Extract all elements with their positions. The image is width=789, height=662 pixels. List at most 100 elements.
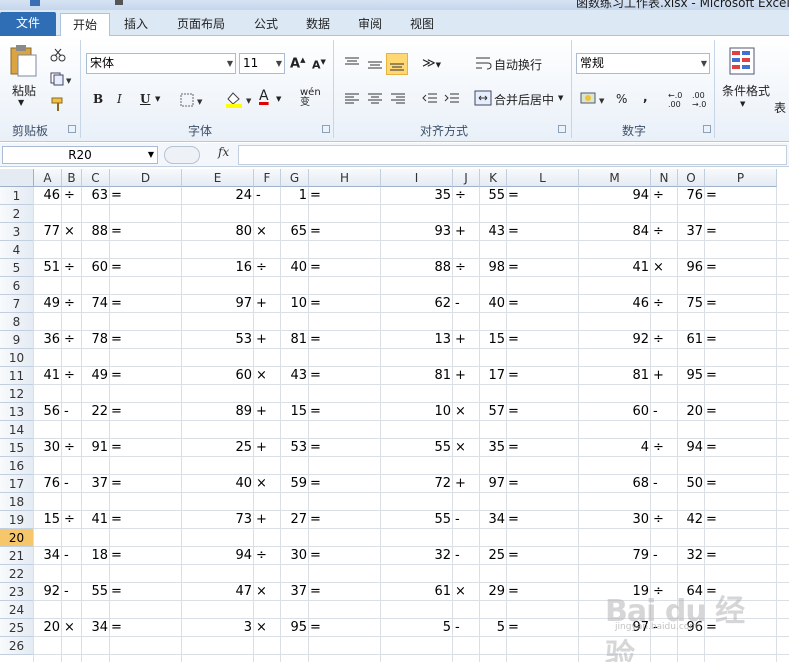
tab-review[interactable]: 审阅 [348,13,392,36]
column-header-g[interactable]: G [281,169,309,187]
borders-icon[interactable]: ▼ [180,93,208,107]
tab-file[interactable]: 文件 [0,12,56,36]
cell-operand[interactable]: 65 [281,223,309,241]
column-header-i[interactable]: I [381,169,453,187]
conditional-formatting-icon[interactable] [728,46,760,78]
number-launcher-icon[interactable] [703,125,711,133]
cell-operand[interactable]: 17 [480,367,507,385]
row-header-17[interactable]: 17 [0,475,34,493]
cell-operand[interactable]: 5 [381,619,453,637]
orientation-icon[interactable]: ≫▼ [422,56,441,71]
cell-equals[interactable]: = [507,259,579,277]
cell-operator[interactable]: - [62,583,82,601]
cell-operand[interactable]: 97 [182,295,254,313]
underline-dropdown-icon[interactable]: ▼ [155,95,160,103]
column-header-m[interactable]: M [579,169,651,187]
font-size-combo[interactable]: 11 ▼ [239,53,285,74]
row-header-14[interactable]: 14 [0,421,34,439]
cell-equals[interactable]: = [309,295,381,313]
cell-equals[interactable]: = [309,187,381,205]
cell-equals[interactable]: = [309,547,381,565]
shrink-font-icon[interactable]: A▼ [312,58,326,72]
column-header-f[interactable]: F [254,169,281,187]
cell-operator[interactable]: - [453,511,480,529]
cell-operand[interactable]: 43 [281,367,309,385]
merge-center-icon[interactable] [474,90,492,106]
wrap-text-icon[interactable] [474,55,492,71]
cell-operand[interactable]: 89 [182,403,254,421]
cell-operand[interactable]: 30 [34,439,62,457]
cell-equals[interactable]: = [110,223,182,241]
cell-equals[interactable]: = [705,259,777,277]
cell-equals[interactable]: = [110,187,182,205]
cell-equals[interactable]: = [110,367,182,385]
cell-operator[interactable]: - [62,475,82,493]
save-icon[interactable] [30,0,40,6]
phonetic-icon[interactable]: wén 变 [300,88,321,108]
align-center-icon[interactable] [367,92,383,106]
cell-operator[interactable]: × [254,223,281,241]
cell-operand[interactable]: 75 [678,295,705,313]
cell-operand[interactable]: 92 [579,331,651,349]
row-header-9[interactable]: 9 [0,331,34,349]
fill-color-icon[interactable]: ▼ [224,90,256,108]
cell-equals[interactable]: = [110,403,182,421]
cell-equals[interactable]: = [507,475,579,493]
cell-operator[interactable]: ÷ [453,259,480,277]
tab-page-layout[interactable]: 页面布局 [168,13,234,36]
cell-operand[interactable]: 40 [480,295,507,313]
cell-operand[interactable]: 37 [281,583,309,601]
cell-operand[interactable]: 46 [579,295,651,313]
cell-operator[interactable]: × [651,259,678,277]
cell-operand[interactable]: 55 [480,187,507,205]
cell-operand[interactable]: 16 [182,259,254,277]
tab-formulas[interactable]: 公式 [244,13,288,36]
cell-operand[interactable]: 97 [480,475,507,493]
name-box[interactable]: R20 ▼ [2,146,158,164]
cell-operator[interactable]: + [254,403,281,421]
cut-icon[interactable] [50,48,66,62]
cell-operator[interactable]: × [254,619,281,637]
column-header-n[interactable]: N [651,169,678,187]
cell-operator[interactable]: - [453,295,480,313]
cell-operator[interactable]: - [453,619,480,637]
cell-operand[interactable]: 62 [381,295,453,313]
cell-operand[interactable]: 95 [678,367,705,385]
cell-operand[interactable]: 60 [579,403,651,421]
column-header-e[interactable]: E [182,169,254,187]
cell-operator[interactable]: - [651,403,678,421]
cell-equals[interactable]: = [507,403,579,421]
font-color-icon[interactable]: A [259,88,269,104]
cell-equals[interactable]: = [110,511,182,529]
cell-operator[interactable]: ÷ [453,187,480,205]
cell-equals[interactable]: = [705,295,777,313]
cell-operator[interactable]: ÷ [254,259,281,277]
cell-operand[interactable]: 34 [34,547,62,565]
cell-operand[interactable]: 20 [678,403,705,421]
align-right-icon[interactable] [390,92,406,106]
merge-dropdown-icon[interactable]: ▼ [558,94,563,102]
cell-operator[interactable]: × [254,475,281,493]
paste-button[interactable]: 粘贴 [12,82,36,99]
cell-operand[interactable]: 88 [82,223,110,241]
cell-operand[interactable]: 41 [82,511,110,529]
comma-style-button[interactable]: , [643,90,648,104]
cell-operator[interactable]: + [453,475,480,493]
cell-operand[interactable]: 32 [678,547,705,565]
cell-equals[interactable]: = [110,259,182,277]
number-format-combo[interactable]: 常规 ▼ [576,53,710,74]
cell-operand[interactable]: 63 [82,187,110,205]
cell-operand[interactable]: 1 [281,187,309,205]
percent-style-button[interactable]: % [616,92,627,106]
cell-operator[interactable]: ÷ [651,187,678,205]
row-header-22[interactable]: 22 [0,565,34,583]
cell-operand[interactable]: 36 [34,331,62,349]
cell-operator[interactable]: ÷ [651,223,678,241]
merge-center-button[interactable]: 合并后居中 [494,91,554,108]
cell-operand[interactable]: 88 [381,259,453,277]
cell-operand[interactable]: 81 [381,367,453,385]
row-header-25[interactable]: 25 [0,619,34,637]
cell-equals[interactable]: = [309,259,381,277]
cell-operator[interactable]: ÷ [254,547,281,565]
cell-operand[interactable]: 10 [381,403,453,421]
